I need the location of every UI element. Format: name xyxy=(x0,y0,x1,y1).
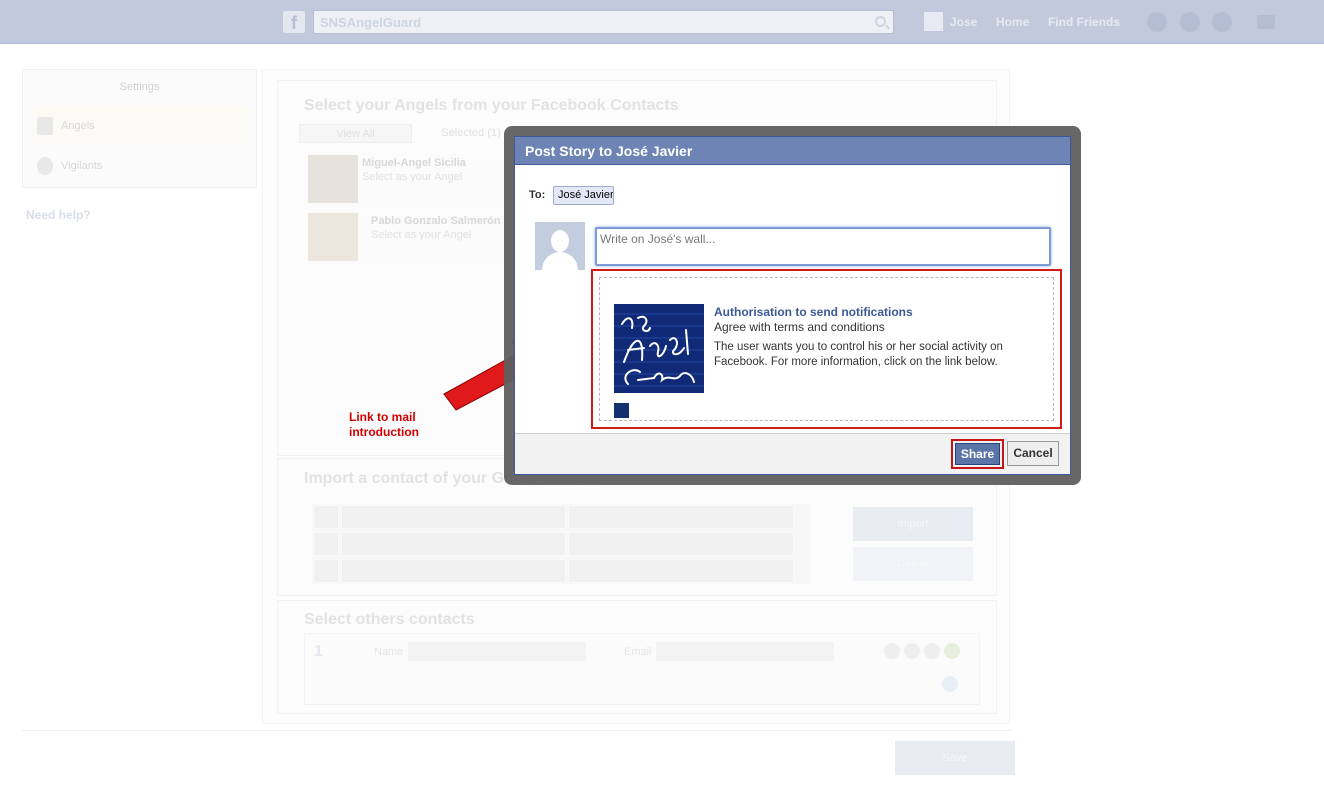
post-story-dialog: Post Story to José Javier To: José Javie… xyxy=(514,136,1071,475)
others-section: Select others contacts 1 Name Email xyxy=(277,600,997,714)
search-input-value: SNSAngelGuard xyxy=(320,15,422,30)
cancel-button[interactable]: Cancel xyxy=(1007,441,1059,466)
search-input[interactable]: SNSAngelGuard xyxy=(313,10,894,34)
action-icon[interactable] xyxy=(884,643,900,659)
search-icon[interactable] xyxy=(875,16,886,27)
save-button[interactable]: Save xyxy=(895,741,1015,775)
attachment-thumbnail[interactable] xyxy=(614,304,704,393)
grid-cell xyxy=(568,532,794,556)
sidebar-item-angels[interactable]: Angels xyxy=(31,107,249,145)
dialog-title: Post Story to José Javier xyxy=(515,137,1070,165)
delete-button[interactable]: Delete xyxy=(853,547,973,581)
add-row-icon[interactable] xyxy=(942,676,958,692)
attachment-caption: Agree with terms and conditions xyxy=(714,320,885,334)
grid-cell xyxy=(568,559,794,583)
profile-link[interactable]: Jose xyxy=(950,15,977,29)
footer-divider xyxy=(22,730,1012,731)
confirm-icon[interactable] xyxy=(944,643,960,659)
grid-cell xyxy=(313,505,339,529)
contact-subtitle: Select as your Angel xyxy=(362,171,463,183)
messages-icon[interactable] xyxy=(1180,12,1200,32)
settings-title: Settings xyxy=(119,81,160,93)
friend-requests-icon[interactable] xyxy=(1147,12,1167,32)
share-button[interactable]: Share xyxy=(955,443,1000,465)
email-label: Email xyxy=(624,646,652,658)
user-avatar xyxy=(535,222,585,270)
notifications-icon[interactable] xyxy=(1212,12,1232,32)
sidebar-item-vigilants[interactable]: Vigilants xyxy=(31,147,249,185)
contact-item[interactable]: Miguel-Angel Sicilia Select as your Ange… xyxy=(308,153,508,208)
contact-photo xyxy=(308,213,358,261)
annotation-label: Link to mail introduction xyxy=(349,410,419,440)
action-icon[interactable] xyxy=(904,643,920,659)
contact-name: Pablo Gonzalo Salmerón xyxy=(371,215,501,227)
grid-cell xyxy=(341,505,566,529)
account-menu-icon[interactable] xyxy=(1257,15,1275,29)
action-icon[interactable] xyxy=(924,643,940,659)
contact-name: Miguel-Angel Sicilia xyxy=(362,157,466,169)
sidebar-item-label: Angels xyxy=(61,120,95,132)
attachment-description: The user wants you to control his or her… xyxy=(714,341,1003,368)
share-highlight: Share xyxy=(951,439,1004,469)
wall-message-field[interactable] xyxy=(595,227,1051,266)
email-field[interactable] xyxy=(656,642,834,661)
import-button[interactable]: Import xyxy=(853,507,973,541)
grid-cell xyxy=(568,505,794,529)
facebook-logo-icon[interactable]: f xyxy=(283,11,305,33)
contact-subtitle: Select as your Angel xyxy=(371,229,472,241)
angels-section-title: Select your Angels from your Facebook Co… xyxy=(304,97,679,114)
attachment-highlight: Authorisation to send notifications Agre… xyxy=(591,269,1062,429)
tab-selected[interactable]: Selected (1) xyxy=(426,124,516,143)
annotation-line-2: introduction xyxy=(349,425,419,439)
tab-view-all[interactable]: View All xyxy=(299,124,412,143)
need-help-link[interactable]: Need help? xyxy=(26,208,91,222)
sns-angel-guard-logo-icon xyxy=(614,304,704,393)
attachment-title-link[interactable]: Authorisation to send notifications xyxy=(714,305,913,319)
name-field[interactable] xyxy=(408,642,586,661)
others-section-title: Select others contacts xyxy=(304,611,475,628)
attachment-preview: Authorisation to send notifications Agre… xyxy=(599,277,1054,421)
angel-icon xyxy=(37,117,53,135)
settings-sidebar: Settings Angels Vigilants xyxy=(22,69,257,188)
name-label: Name xyxy=(374,646,404,658)
avatar-shoulders xyxy=(542,252,578,270)
annotation-line-1: Link to mail xyxy=(349,410,416,424)
grid-cell xyxy=(341,532,566,556)
to-label: To: xyxy=(529,189,546,201)
dialog-footer: Share Cancel xyxy=(515,433,1070,474)
grid-cell xyxy=(341,559,566,583)
contact-row-box xyxy=(304,633,980,705)
contact-photo xyxy=(308,155,358,203)
home-link[interactable]: Home xyxy=(996,15,1029,29)
contact-item[interactable]: Pablo Gonzalo Salmerón Select as your An… xyxy=(308,211,508,266)
find-friends-link[interactable]: Find Friends xyxy=(1048,15,1120,29)
grid-cell xyxy=(313,559,339,583)
grid-cell xyxy=(313,532,339,556)
recipient-token[interactable]: José Javier xyxy=(553,186,614,205)
vigilant-icon xyxy=(37,157,53,175)
wall-message-textarea[interactable] xyxy=(597,229,1049,264)
row-number: 1 xyxy=(314,643,323,660)
sidebar-item-label: Vigilants xyxy=(61,160,103,172)
user-avatar[interactable] xyxy=(924,12,943,31)
avatar-head xyxy=(551,230,569,252)
app-favicon-icon xyxy=(614,403,629,418)
top-navigation-bar: f SNSAngelGuard Jose Home Find Friends xyxy=(0,0,1324,44)
